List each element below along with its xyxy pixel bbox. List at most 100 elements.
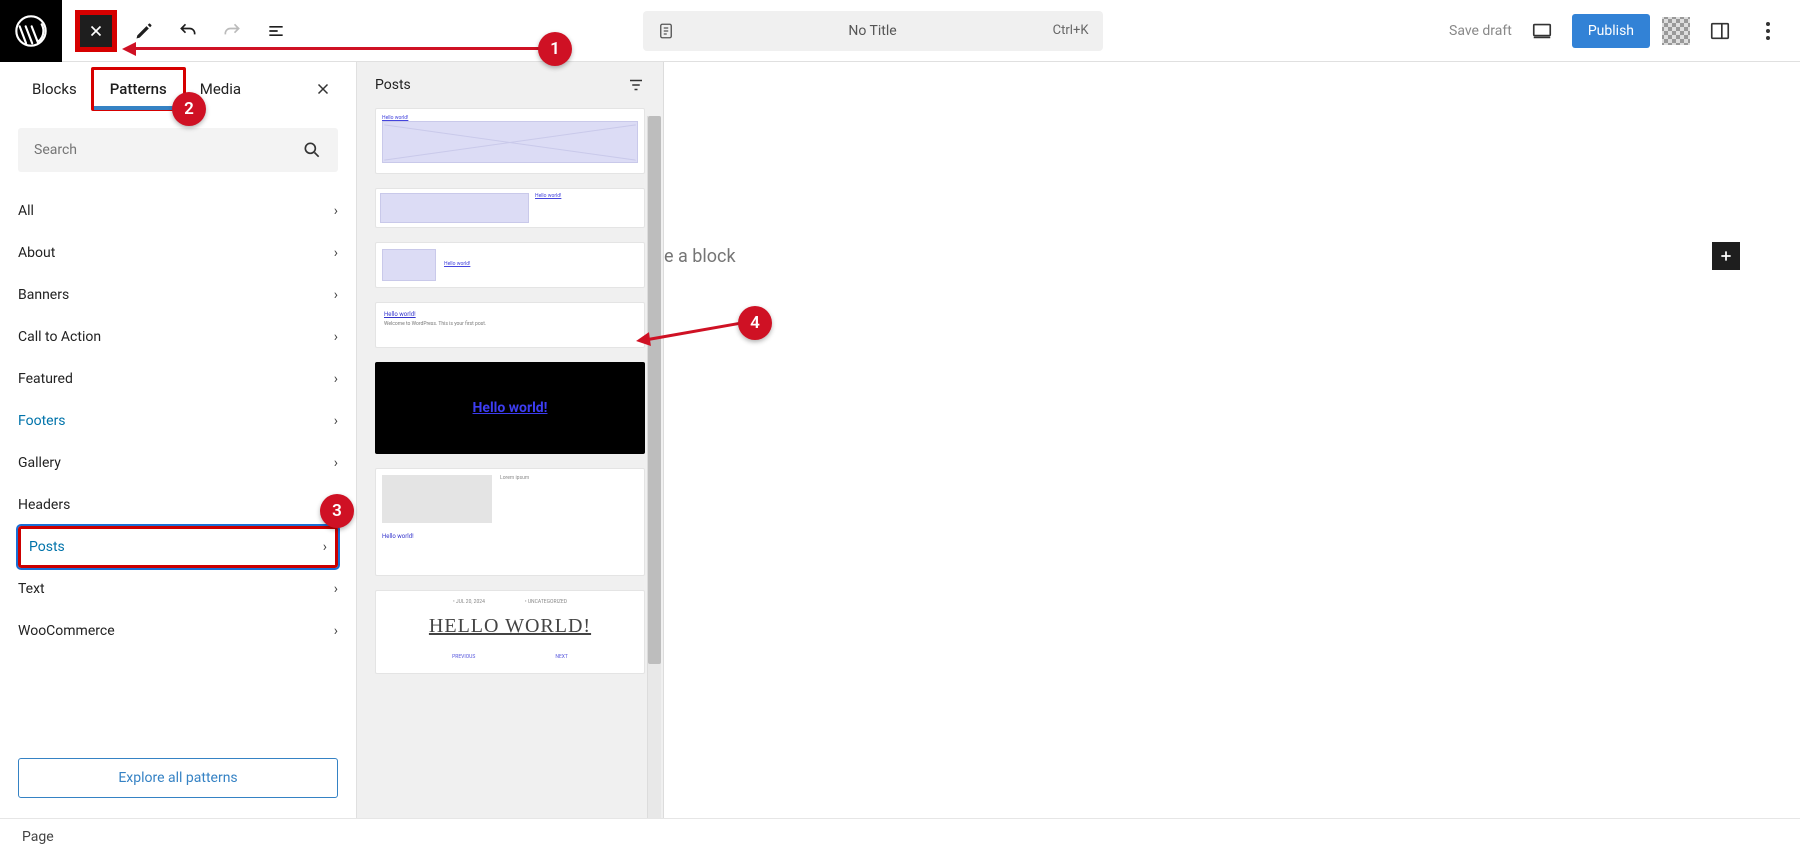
filter-icon bbox=[627, 76, 645, 94]
chevron-right-icon: › bbox=[334, 455, 338, 471]
filter-button[interactable] bbox=[627, 76, 645, 94]
document-title: No Title bbox=[848, 23, 896, 39]
preview-button[interactable] bbox=[1524, 13, 1560, 49]
tab-blocks[interactable]: Blocks bbox=[18, 66, 91, 112]
category-all[interactable]: All › bbox=[18, 190, 338, 232]
close-icon bbox=[314, 80, 332, 98]
category-label: All bbox=[18, 203, 34, 219]
category-featured[interactable]: Featured› bbox=[18, 358, 338, 400]
chevron-right-icon: › bbox=[334, 287, 338, 303]
plus-icon bbox=[1718, 248, 1734, 264]
explore-all-patterns-button[interactable]: Explore all patterns bbox=[18, 758, 338, 798]
document-title-bar[interactable]: No Title Ctrl+K bbox=[643, 11, 1103, 51]
document-overview-button[interactable] bbox=[256, 11, 296, 51]
close-icon bbox=[87, 22, 105, 40]
wordpress-icon bbox=[15, 15, 47, 47]
editor-tools bbox=[124, 11, 296, 51]
category-label: Headers bbox=[18, 497, 70, 513]
pattern-item[interactable]: Lorem ipsum Hello world! bbox=[375, 468, 645, 576]
pattern-item[interactable]: Hello world! bbox=[375, 362, 645, 454]
right-tool-group: Save draft Publish bbox=[1449, 13, 1800, 49]
list-icon bbox=[266, 21, 286, 41]
chevron-right-icon: › bbox=[334, 329, 338, 345]
category-list: All › About › Banners › Call to Action › Fea… bbox=[0, 184, 356, 742]
chevron-right-icon: › bbox=[323, 539, 327, 555]
pencil-icon bbox=[134, 21, 154, 41]
category-text[interactable]: Text › bbox=[18, 568, 338, 610]
pattern-item[interactable]: • JUL 20, 2024• UNCATEGORIZED HELLO WORL… bbox=[375, 590, 645, 674]
chevron-right-icon: › bbox=[334, 203, 338, 219]
chevron-right-icon: › bbox=[334, 245, 338, 261]
search-wrap bbox=[0, 116, 356, 184]
breadcrumb-item[interactable]: Page bbox=[22, 829, 54, 845]
inserter-tabs: Blocks Patterns Media bbox=[0, 62, 356, 116]
patterns-panel-title: Posts bbox=[375, 77, 411, 93]
top-toolbar: No Title Ctrl+K Save draft Publish bbox=[0, 0, 1800, 62]
sidebar-icon bbox=[1709, 20, 1731, 42]
wordpress-logo[interactable] bbox=[0, 0, 62, 62]
editor-canvas[interactable]: e a block bbox=[664, 62, 1800, 818]
scrollbar[interactable] bbox=[647, 116, 661, 818]
footer-breadcrumb: Page bbox=[0, 818, 1800, 854]
document-icon bbox=[657, 22, 675, 40]
category-label: Featured bbox=[18, 371, 73, 387]
undo-button[interactable] bbox=[168, 11, 208, 51]
pattern-title-text: Hello world! bbox=[384, 311, 636, 318]
options-button[interactable] bbox=[1750, 13, 1786, 49]
category-headers[interactable]: Headers › bbox=[18, 484, 338, 526]
category-gallery[interactable]: Gallery › bbox=[18, 442, 338, 484]
pattern-title-text: Hello world! bbox=[535, 193, 640, 199]
kebab-icon bbox=[1766, 22, 1770, 40]
pattern-title-text: Hello world! bbox=[444, 261, 470, 267]
category-posts[interactable]: Posts › bbox=[18, 526, 338, 568]
inserter-panel: Blocks Patterns Media All › About › Banner… bbox=[0, 62, 357, 818]
redo-icon bbox=[222, 21, 242, 41]
publish-button[interactable]: Publish bbox=[1572, 14, 1650, 48]
category-call-to-action[interactable]: Call to Action › bbox=[18, 316, 338, 358]
tab-patterns[interactable]: Patterns bbox=[91, 67, 186, 111]
jetpack-icon[interactable] bbox=[1662, 17, 1690, 45]
desktop-icon bbox=[1531, 20, 1553, 42]
category-label: Posts bbox=[29, 539, 65, 555]
pattern-item[interactable]: Hello world! bbox=[375, 188, 645, 228]
chevron-right-icon: › bbox=[334, 413, 338, 429]
pattern-item[interactable]: Hello world! bbox=[375, 242, 645, 288]
pattern-title-text: Hello world! bbox=[382, 533, 638, 540]
tab-media[interactable]: Media bbox=[186, 66, 255, 112]
patterns-list[interactable]: Hello world! Hello world! Hello world! H… bbox=[357, 108, 663, 818]
pattern-item[interactable]: Hello world! Welcome to WordPress. This … bbox=[375, 302, 645, 348]
pattern-title-text: HELLO WORLD! bbox=[429, 615, 591, 638]
add-block-button[interactable] bbox=[1712, 242, 1740, 270]
pattern-item[interactable]: Hello world! bbox=[375, 108, 645, 174]
settings-sidebar-button[interactable] bbox=[1702, 13, 1738, 49]
chevron-right-icon: › bbox=[334, 581, 338, 597]
save-draft-button[interactable]: Save draft bbox=[1449, 23, 1512, 39]
category-label: Gallery bbox=[18, 455, 61, 471]
category-label: Text bbox=[18, 581, 45, 597]
patterns-panel-header: Posts bbox=[357, 62, 663, 108]
category-about[interactable]: About › bbox=[18, 232, 338, 274]
edit-tool-button[interactable] bbox=[124, 11, 164, 51]
shortcut-hint: Ctrl+K bbox=[1053, 23, 1089, 38]
category-label: WooCommerce bbox=[18, 623, 115, 639]
undo-icon bbox=[178, 21, 198, 41]
close-inserter-button[interactable] bbox=[308, 80, 338, 98]
category-label: About bbox=[18, 245, 55, 261]
chevron-right-icon: › bbox=[334, 497, 338, 513]
block-placeholder-text: e a block bbox=[664, 246, 736, 267]
category-woocommerce[interactable]: WooCommerce › bbox=[18, 610, 338, 652]
body: Blocks Patterns Media All › About › Banner… bbox=[0, 62, 1800, 818]
search-input[interactable] bbox=[18, 128, 338, 172]
category-label: Call to Action bbox=[18, 329, 101, 345]
title-bar-wrap: No Title Ctrl+K bbox=[296, 11, 1449, 51]
category-label: Banners bbox=[18, 287, 69, 303]
chevron-right-icon: › bbox=[334, 623, 338, 639]
block-appender[interactable]: e a block bbox=[664, 242, 1800, 270]
category-banners[interactable]: Banners › bbox=[18, 274, 338, 316]
scrollbar-thumb[interactable] bbox=[648, 116, 661, 664]
toggle-inserter-button[interactable] bbox=[76, 11, 116, 51]
category-footers[interactable]: Footers › bbox=[18, 400, 338, 442]
pattern-title-text: Hello world! bbox=[473, 400, 548, 416]
category-label: Footers bbox=[18, 413, 66, 429]
redo-button[interactable] bbox=[212, 11, 252, 51]
